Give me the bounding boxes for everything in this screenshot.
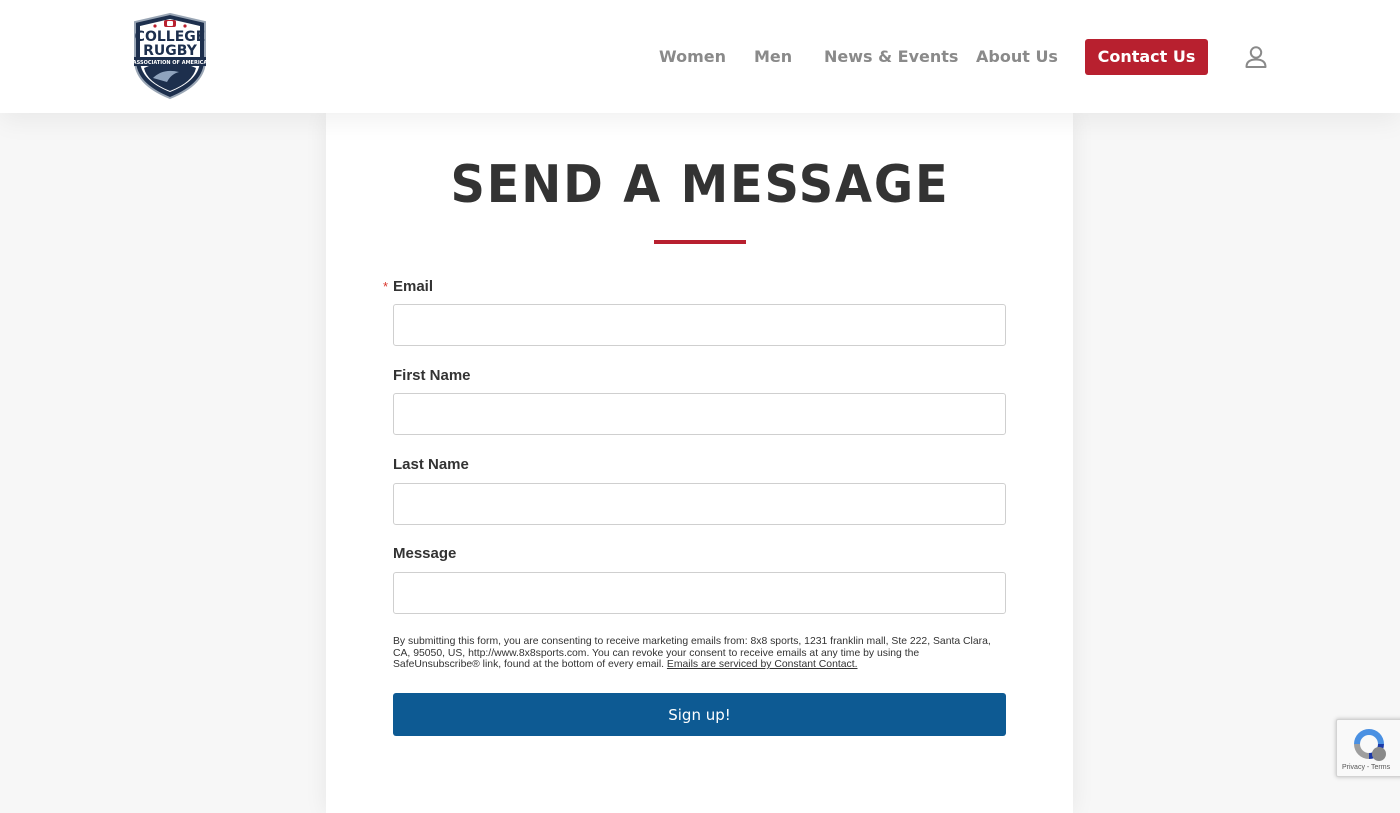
recaptcha-badge[interactable]: Privacy - Terms (1336, 719, 1400, 777)
first-name-field[interactable] (393, 393, 1006, 435)
college-rugby-logo[interactable]: COLLEGE RUGBY ASSOCIATION OF AMERICA (131, 12, 209, 100)
message-label: Message (393, 545, 457, 562)
nav-men[interactable]: Men (754, 39, 792, 75)
message-field[interactable] (393, 572, 1006, 614)
first-name-label: First Name (393, 367, 471, 384)
logo-text-rugby: RUGBY (143, 43, 198, 59)
last-name-label: Last Name (393, 456, 469, 473)
last-name-field[interactable] (393, 483, 1006, 525)
form-title: SEND A MESSAGE (450, 155, 950, 215)
title-divider (654, 240, 746, 244)
logo-text-association: ASSOCIATION OF AMERICA (133, 60, 208, 66)
recaptcha-icon (1351, 726, 1387, 762)
consent-disclaimer: By submitting this form, you are consent… (393, 636, 1008, 671)
required-marker: * (383, 279, 389, 294)
user-icon[interactable] (1243, 45, 1269, 69)
nav-women[interactable]: Women (659, 39, 726, 75)
recaptcha-privacy-terms[interactable]: Privacy - Terms (1342, 764, 1390, 771)
email-field[interactable] (393, 304, 1006, 346)
nav-about-us[interactable]: About Us (976, 39, 1058, 75)
email-label: Email (393, 278, 434, 295)
contact-us-button[interactable]: Contact Us (1085, 39, 1208, 75)
nav-news-events[interactable]: News & Events (824, 39, 958, 75)
sign-up-button[interactable]: Sign up! (393, 693, 1006, 736)
site-header: COLLEGE RUGBY ASSOCIATION OF AMERICA Wom… (0, 0, 1400, 113)
constant-contact-link[interactable]: Emails are serviced by Constant Contact. (667, 659, 858, 670)
